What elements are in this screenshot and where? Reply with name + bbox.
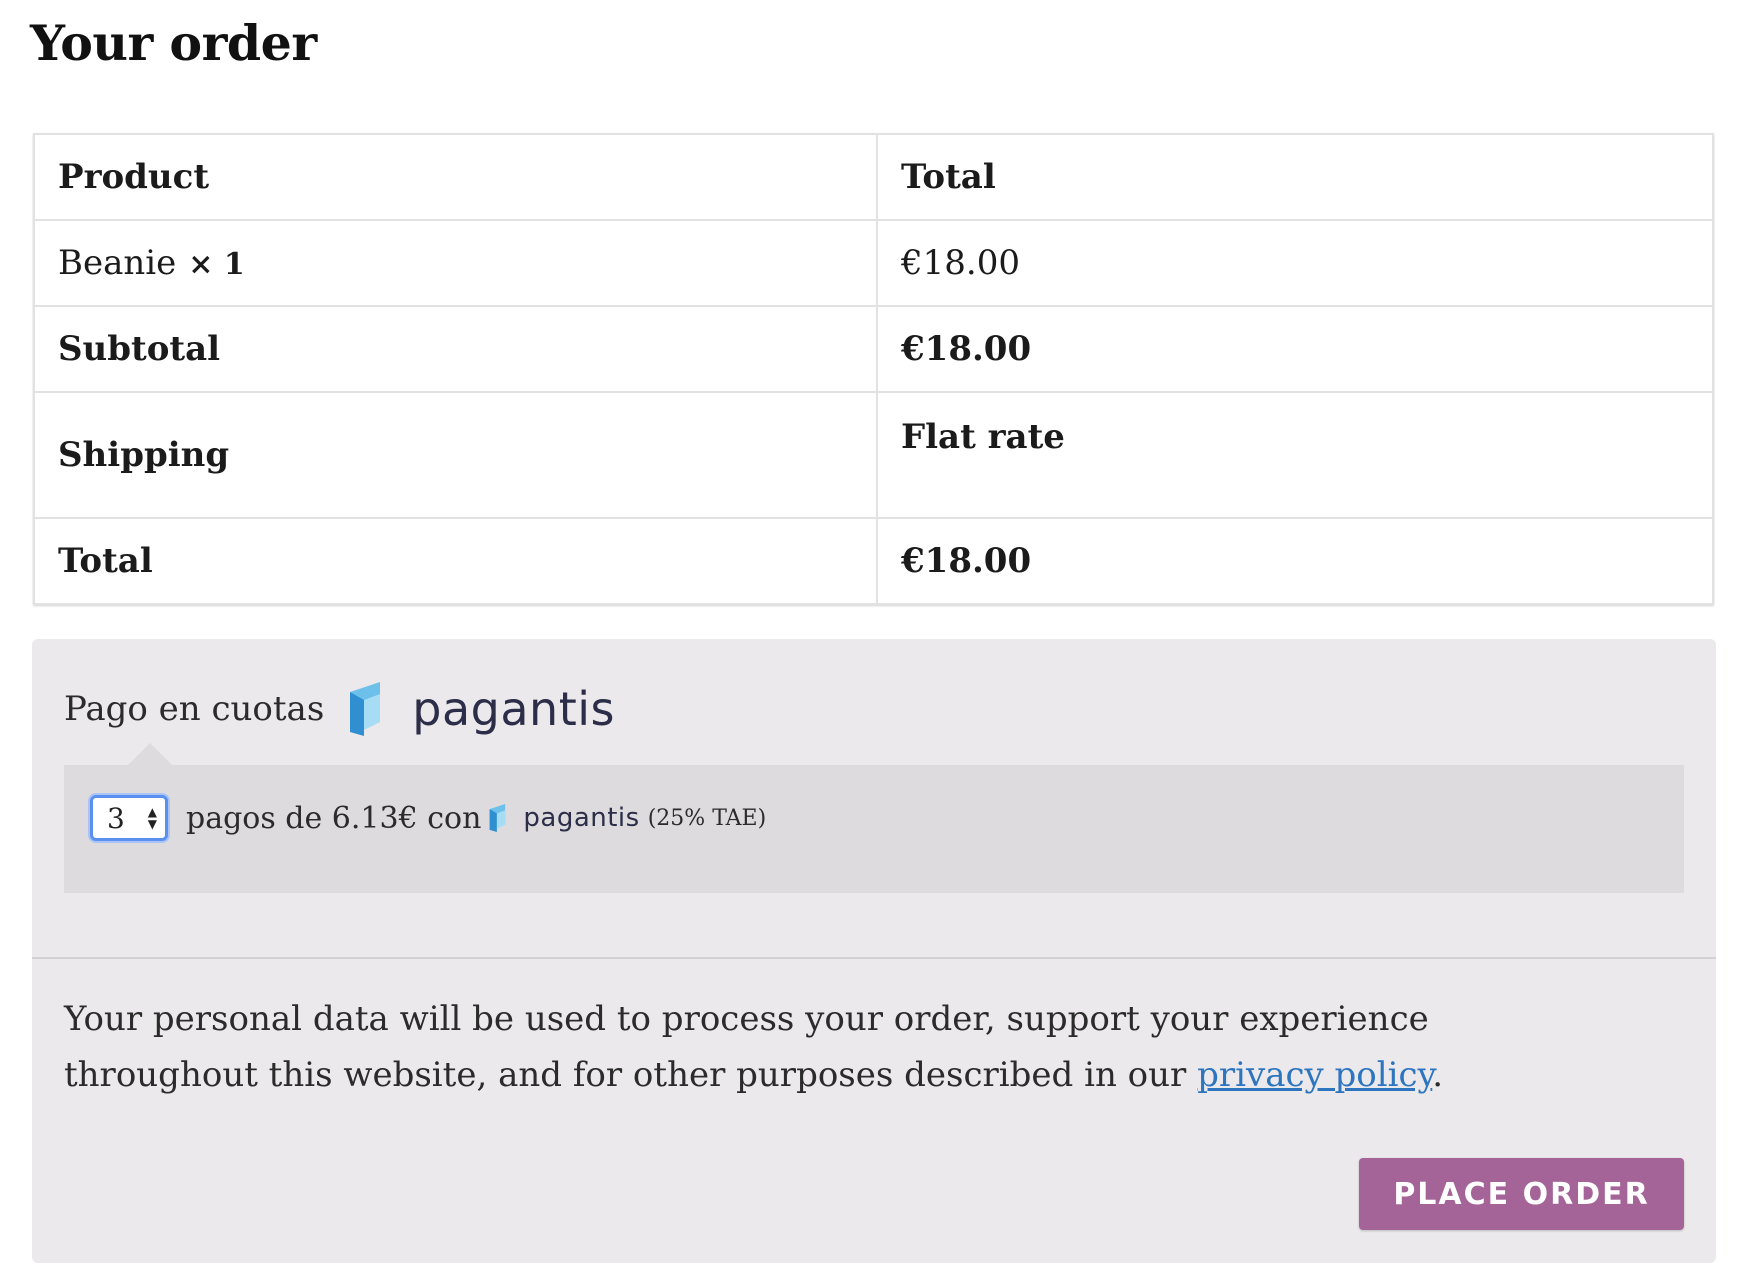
table-header-row: Product Total [33, 133, 1714, 221]
subtotal-row: Subtotal €18.00 [33, 305, 1714, 393]
product-quantity: × 1 [188, 247, 245, 282]
pagantis-brand-small: pagantis [523, 803, 640, 833]
header-total: Total [876, 133, 1714, 221]
installments-row: 3 ▲ ▼ pagos de 6.13€ con pagantis (25% TA… [90, 791, 766, 845]
payment-section: Pago en cuotas pagantis 3 ▲ ▼ pagos de 6.… [32, 639, 1716, 1263]
pagantis-small-logo: pagantis [489, 803, 639, 833]
shipping-row: Shipping Flat rate [33, 391, 1714, 519]
pagantis-logo: pagantis [350, 682, 615, 736]
pagantis-logo-icon [490, 804, 506, 832]
select-arrows-icon: ▲ ▼ [147, 805, 157, 831]
pagantis-logo-icon [350, 682, 381, 736]
tae-text: (25% TAE) [647, 805, 767, 831]
installments-value: 3 [107, 801, 125, 835]
order-table: Product Total Beanie × 1 €18.00 Subtotal … [33, 133, 1714, 605]
shipping-label: Shipping [33, 391, 878, 519]
total-label: Total [33, 517, 878, 605]
installments-select[interactable]: 3 ▲ ▼ [90, 795, 168, 841]
privacy-policy-link[interactable]: privacy policy [1197, 1055, 1432, 1095]
page-title: Your order [30, 14, 317, 72]
payment-method-option[interactable]: Pago en cuotas pagantis [64, 679, 615, 739]
total-row: Total €18.00 [33, 517, 1714, 605]
table-row: Beanie × 1 €18.00 [33, 219, 1714, 307]
privacy-notice: Your personal data will be used to proce… [64, 991, 1624, 1103]
installment-text: pagos de 6.13€ con [186, 800, 482, 836]
privacy-text-end: . [1432, 1055, 1444, 1095]
place-order-button[interactable]: PLACE ORDER [1359, 1158, 1684, 1230]
subtotal-value: €18.00 [876, 305, 1714, 393]
payment-box: 3 ▲ ▼ pagos de 6.13€ con pagantis (25% TA… [64, 743, 1684, 893]
total-value: €18.00 [876, 517, 1714, 605]
product-name: Beanie [58, 243, 177, 283]
shipping-value: Flat rate [876, 391, 1714, 519]
divider [32, 957, 1716, 959]
header-product: Product [33, 133, 878, 221]
product-cell: Beanie × 1 [33, 219, 878, 307]
payment-method-label[interactable]: Pago en cuotas [64, 689, 324, 729]
checkout-order-review: Your order Product Total Beanie × 1 €18.0… [0, 0, 1738, 1276]
pagantis-brand: pagantis [412, 682, 615, 736]
subtotal-label: Subtotal [33, 305, 878, 393]
product-total: €18.00 [876, 219, 1714, 307]
